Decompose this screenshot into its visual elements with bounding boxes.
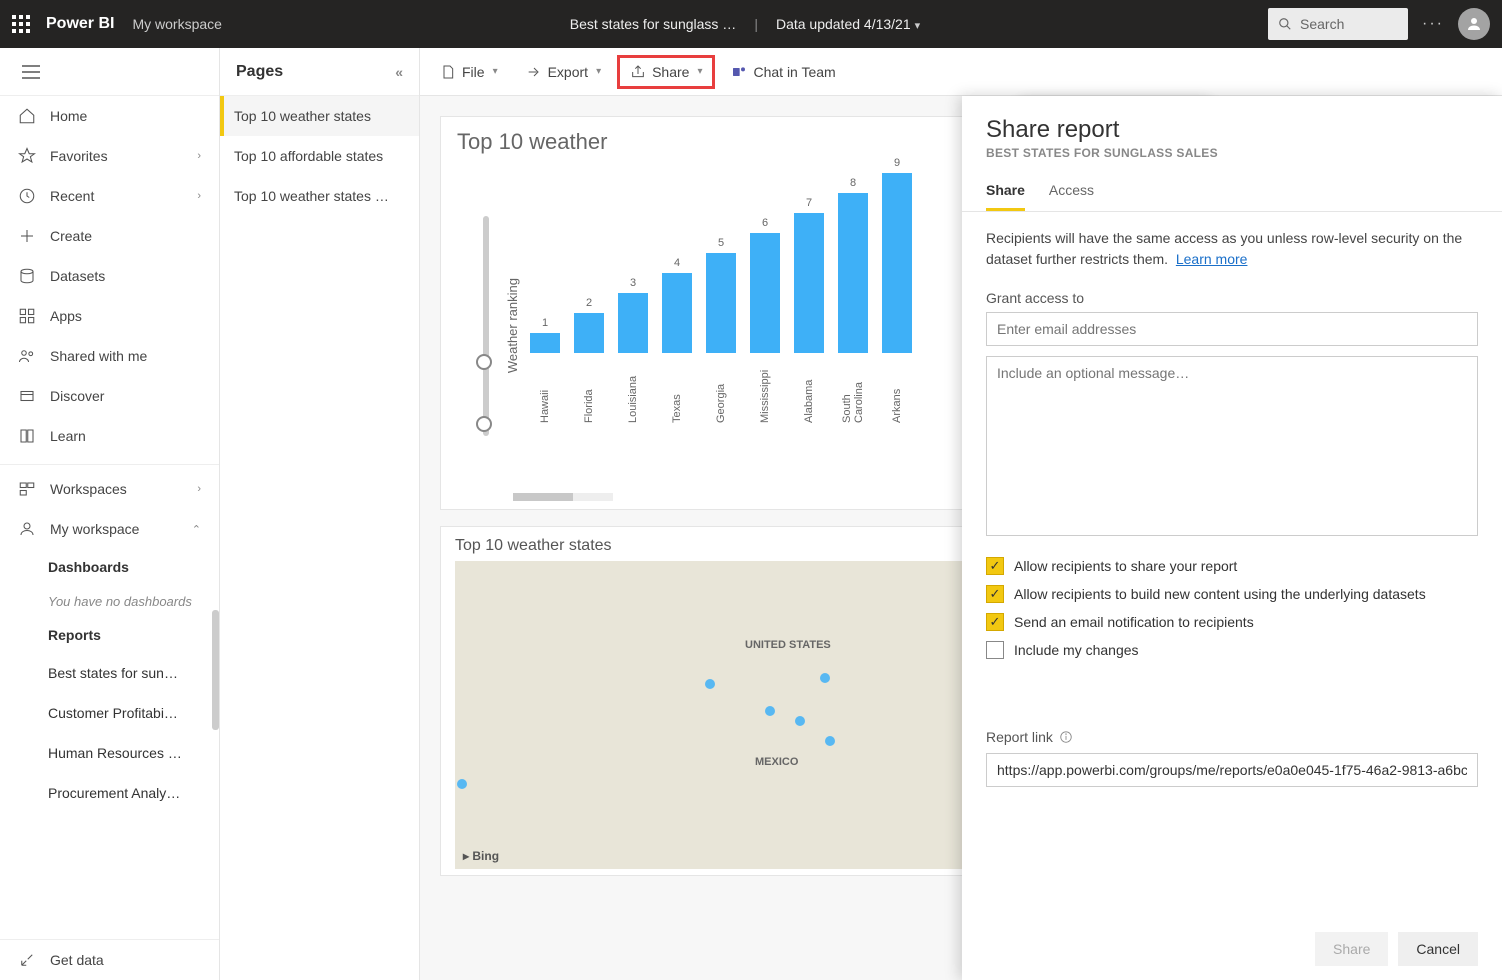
clock-icon <box>18 187 36 205</box>
workspace-icon <box>18 480 36 498</box>
report-link[interactable]: Customer Profitabi… <box>0 693 219 733</box>
report-title[interactable]: Best states for sunglass … <box>570 16 737 32</box>
export-icon <box>526 64 542 80</box>
chevron-up-icon: ⌃ <box>192 523 201 536</box>
discover-icon <box>18 387 36 405</box>
nav-favorites[interactable]: Favorites› <box>0 136 219 176</box>
panel-title: Share report <box>986 116 1478 144</box>
map-label-us: UNITED STATES <box>745 639 831 651</box>
plus-icon <box>18 227 36 245</box>
global-search[interactable]: Search <box>1268 8 1408 40</box>
chat-teams-button[interactable]: Chat in Team <box>719 55 847 89</box>
report-link[interactable]: Procurement Analy… <box>0 773 219 813</box>
teams-icon <box>731 64 747 80</box>
star-icon <box>18 147 36 165</box>
nav-my-workspace[interactable]: My workspace⌃ <box>0 509 219 549</box>
page-tab[interactable]: Top 10 weather states … <box>220 176 419 216</box>
no-dashboards-text: You have no dashboards <box>0 585 219 617</box>
bar[interactable]: 9Arkans <box>879 157 915 423</box>
map-label-mx: MEXICO <box>755 756 798 768</box>
checkbox-send-email[interactable]: Send an email notification to recipients <box>986 613 1478 631</box>
share-icon <box>630 64 646 80</box>
report-link-field[interactable] <box>986 753 1478 787</box>
book-icon <box>18 427 36 445</box>
info-icon[interactable] <box>1059 730 1073 744</box>
nav-discover[interactable]: Discover <box>0 376 219 416</box>
bar[interactable]: 3Louisiana <box>615 277 651 423</box>
nav-apps[interactable]: Apps <box>0 296 219 336</box>
more-options-icon[interactable]: ··· <box>1422 15 1444 33</box>
share-button[interactable]: Share <box>1315 932 1388 966</box>
home-icon <box>18 107 36 125</box>
nav-toggle[interactable] <box>0 48 219 96</box>
chevron-right-icon: › <box>197 483 201 495</box>
chevron-right-icon: › <box>197 150 201 162</box>
bar[interactable]: 2Florida <box>571 297 607 423</box>
share-report-panel: Share report BEST STATES FOR SUNGLASS SA… <box>962 96 1502 980</box>
data-refresh-status[interactable]: Data updated 4/13/21▾ <box>776 16 920 32</box>
brand-label: Power BI <box>46 15 114 33</box>
person-icon <box>18 520 36 538</box>
left-navigation: Home Favorites› Recent› Create Datasets … <box>0 48 220 980</box>
range-slider[interactable] <box>483 216 489 436</box>
share-menu-button[interactable]: Share▾ <box>617 55 715 89</box>
nav-shared[interactable]: Shared with me <box>0 336 219 376</box>
get-data-icon <box>18 951 36 969</box>
bar[interactable]: 7Alabama <box>791 197 827 423</box>
page-tab[interactable]: Top 10 affordable states <box>220 136 419 176</box>
report-link-label: Report link <box>986 729 1478 745</box>
file-menu[interactable]: File▾ <box>428 55 510 89</box>
checkbox-allow-build[interactable]: Allow recipients to build new content us… <box>986 585 1478 603</box>
pages-pane: Pages « Top 10 weather states Top 10 aff… <box>220 48 420 980</box>
chevron-right-icon: › <box>197 190 201 202</box>
workspace-breadcrumb[interactable]: My workspace <box>132 16 221 32</box>
email-field[interactable] <box>986 312 1478 346</box>
report-canvas: File▾ Export▾ Share▾ Chat in Team Report… <box>420 48 1502 980</box>
dataset-icon <box>18 267 36 285</box>
app-launcher-icon[interactable] <box>12 15 30 33</box>
user-avatar[interactable] <box>1458 8 1490 40</box>
y-axis-label: Weather ranking <box>505 278 520 373</box>
chart-horizontal-scroll[interactable] <box>513 493 613 501</box>
report-link[interactable]: Human Resources … <box>0 733 219 773</box>
report-toolbar: File▾ Export▾ Share▾ Chat in Team <box>420 48 1502 96</box>
nav-learn[interactable]: Learn <box>0 416 219 456</box>
grant-access-label: Grant access to <box>986 290 1478 306</box>
learn-more-link[interactable]: Learn more <box>1176 251 1248 267</box>
scrollbar-thumb[interactable] <box>212 610 219 730</box>
reports-header: Reports <box>0 617 219 653</box>
search-icon <box>1278 17 1292 31</box>
nav-datasets[interactable]: Datasets <box>0 256 219 296</box>
bar[interactable]: 5Georgia <box>703 237 739 423</box>
tab-access[interactable]: Access <box>1049 172 1094 211</box>
bar[interactable]: 6Mississippi <box>747 217 783 423</box>
nav-get-data[interactable]: Get data <box>0 940 219 980</box>
tab-share[interactable]: Share <box>986 172 1025 211</box>
message-field[interactable] <box>986 356 1478 536</box>
bar[interactable]: 4Texas <box>659 257 695 423</box>
panel-subtitle: BEST STATES FOR SUNGLASS SALES <box>986 146 1478 160</box>
apps-icon <box>18 307 36 325</box>
people-icon <box>18 347 36 365</box>
nav-home[interactable]: Home <box>0 96 219 136</box>
bar[interactable]: 1Hawaii <box>527 317 563 423</box>
global-header: Power BI My workspace Best states for su… <box>0 0 1502 48</box>
cancel-button[interactable]: Cancel <box>1398 932 1478 966</box>
checkbox-include-changes[interactable]: Include my changes <box>986 641 1478 659</box>
nav-workspaces[interactable]: Workspaces› <box>0 469 219 509</box>
dashboards-header: Dashboards <box>0 549 219 585</box>
nav-create[interactable]: Create <box>0 216 219 256</box>
file-icon <box>440 64 456 80</box>
bing-logo: ▸ Bing <box>463 849 499 863</box>
page-tab[interactable]: Top 10 weather states <box>220 96 419 136</box>
bar[interactable]: 8South Carolina <box>835 177 871 423</box>
export-menu[interactable]: Export▾ <box>514 55 614 89</box>
collapse-pages-icon[interactable]: « <box>395 64 403 80</box>
share-info-text: Recipients will have the same access as … <box>986 228 1478 270</box>
checkbox-allow-share[interactable]: Allow recipients to share your report <box>986 557 1478 575</box>
nav-recent[interactable]: Recent› <box>0 176 219 216</box>
report-link[interactable]: Best states for sun… <box>0 653 219 693</box>
separator: | <box>754 16 758 32</box>
pages-title: Pages <box>236 63 283 81</box>
